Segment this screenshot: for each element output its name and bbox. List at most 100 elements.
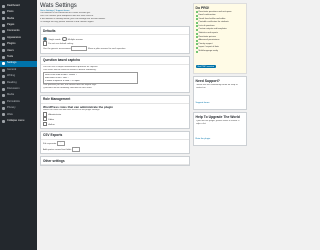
pro-feature-label: Statistics and reports	[198, 32, 218, 35]
menu-icon	[2, 36, 5, 40]
assessment-input[interactable]	[71, 46, 88, 52]
menu-icon	[2, 43, 5, 47]
menu-icon	[2, 4, 5, 8]
check-icon	[195, 32, 198, 35]
question-line: Is water a liquid or a solid ? = Liquid	[44, 79, 80, 82]
pro-feature: Visual form builder and editor	[195, 18, 245, 21]
right-sidebar: Do PRO! Reactivate questions and anti-sp…	[193, 3, 247, 148]
support-title: Need Support?	[195, 78, 220, 83]
default-setting-checkbox[interactable]	[43, 41, 48, 46]
sidebar-item-label: Appearance	[7, 35, 21, 39]
menu-icon	[2, 94, 5, 98]
role-label: Editor	[48, 118, 55, 121]
pro-feature: Advanced permissions	[195, 39, 245, 42]
csv-title: CSV Exports	[41, 132, 189, 140]
sidebar-item-label: Discussion	[7, 86, 20, 90]
pro-box: Do PRO! Reactivate questions and anti-sp…	[193, 3, 247, 75]
sidebar-item-label: Permalinks	[7, 99, 20, 103]
sidebar-item-label: Dashboard	[7, 3, 20, 7]
multiple-answer-label: Multiple answer	[67, 38, 83, 41]
captcha-note: Questions will be randomly selected for …	[43, 87, 92, 90]
check-icon	[195, 21, 198, 24]
csv-panel: CSV Exports File separator , Add quotes …	[40, 130, 190, 155]
sidebar-item-label: Posts	[7, 10, 14, 14]
sidebar-item-label: Media	[7, 93, 15, 97]
captcha-panel: Question based captcha You can use a sim…	[40, 55, 190, 93]
role-checkbox[interactable]	[43, 121, 48, 127]
role-checkbox[interactable]	[43, 112, 48, 117]
defaults-title: Defaults	[41, 27, 189, 35]
quotes-input[interactable]: "	[71, 146, 80, 152]
menu-icon	[2, 49, 5, 53]
single-mode-radio[interactable]	[43, 36, 48, 41]
sidebar-item-label: Tools	[7, 55, 14, 59]
pro-features: Reactivate questions and anti-spam Email …	[195, 10, 245, 53]
pro-feature: Statistics and reports	[195, 32, 245, 35]
separator-label: File separator	[43, 143, 57, 146]
check-icon	[195, 36, 198, 39]
multiple-answer-radio[interactable]	[62, 36, 67, 41]
upgrade-title: Help To Upgrade The World	[195, 114, 240, 119]
pro-feature-label: Multi-language ready	[198, 50, 218, 53]
sidebar-item[interactable]: Collapse menu	[0, 118, 37, 124]
support-link[interactable]: Support forum	[196, 102, 210, 104]
pro-feature: Reactivate questions and anti-spam	[195, 10, 245, 14]
check-icon	[195, 47, 198, 50]
defaults-panel: Defaults Single mode Multiple answer Do …	[40, 26, 190, 54]
other-title: Other settings	[41, 157, 189, 166]
sidebar-item-label: Plugins	[7, 42, 16, 46]
main-content: Wats Settings Go to Settings | Support f…	[40, 0, 190, 167]
pro-feature-label: Email confirmation	[198, 14, 216, 17]
check-icon	[195, 43, 198, 46]
menu-icon	[2, 23, 5, 27]
sidebar-item-label: Media	[7, 16, 15, 20]
pro-feature-label: Import / export of data	[198, 46, 219, 49]
captcha-questions-textarea[interactable]: What is the sum of two + seven ? How muc…	[43, 72, 138, 85]
pro-feature-label: Advanced permissions	[198, 39, 220, 42]
quotes-label: Add quotes around text fields	[43, 148, 72, 151]
pro-feature-label: Reactivate questions and anti-spam	[198, 10, 232, 13]
pro-feature: Custom outputs and templates	[195, 28, 245, 32]
admin-sidebar: Dashboard Posts Media Pages Comments Appearan…	[0, 0, 37, 250]
default-setting-label: Do not use default setting	[48, 43, 74, 46]
support-text: Please ask the community forum for help …	[195, 83, 238, 89]
support-box: Need Support? Please ask the community f…	[193, 76, 247, 111]
pro-feature: Import / export of data	[195, 46, 245, 50]
upgrade-box: Help To Upgrade The World If you like th…	[193, 112, 247, 147]
check-icon	[195, 25, 198, 28]
rate-link[interactable]: Rate the plugin	[196, 138, 211, 140]
pro-feature: Reactivate quizzes	[195, 35, 245, 39]
check-icon	[195, 11, 198, 14]
check-icon	[195, 50, 198, 53]
menu-icon	[2, 55, 5, 59]
pro-feature: Printable certificates for students	[195, 21, 245, 24]
menu-icon	[2, 119, 5, 123]
role-label: Administrator	[48, 113, 62, 116]
captcha-title: Question based captcha	[41, 57, 189, 65]
menu-icon	[2, 87, 5, 91]
sidebar-item-label: Wats	[7, 112, 13, 116]
menu-icon	[2, 68, 5, 72]
sidebar-item-label: Reading	[7, 80, 17, 84]
roles-panel: Role Management WordPress roles that can…	[40, 94, 190, 129]
roles-title: Role Management	[41, 96, 189, 104]
get-pro-button[interactable]: Get PRO version	[195, 64, 217, 69]
pro-feature-label: Custom outputs and templates	[198, 28, 227, 31]
sidebar-item-label: Settings	[7, 61, 17, 65]
pro-title: Do PRO!	[195, 5, 210, 10]
menu-icon	[2, 74, 5, 78]
check-icon	[195, 39, 198, 42]
menu-icon	[2, 106, 5, 110]
check-icon	[195, 29, 198, 32]
check-icon	[195, 18, 198, 21]
role-checkbox[interactable]	[43, 116, 48, 122]
separator-input[interactable]: ,	[56, 141, 65, 147]
menu-icon	[2, 100, 5, 104]
menu-icon	[2, 11, 5, 15]
pro-feature: Multi-language ready	[195, 50, 245, 53]
role-label: Author	[48, 123, 55, 126]
pro-feature-label: Reactivate quizzes	[198, 35, 216, 38]
menu-icon	[2, 30, 5, 34]
menu-icon	[2, 17, 5, 21]
pro-feature: Email confirmation	[195, 14, 245, 17]
